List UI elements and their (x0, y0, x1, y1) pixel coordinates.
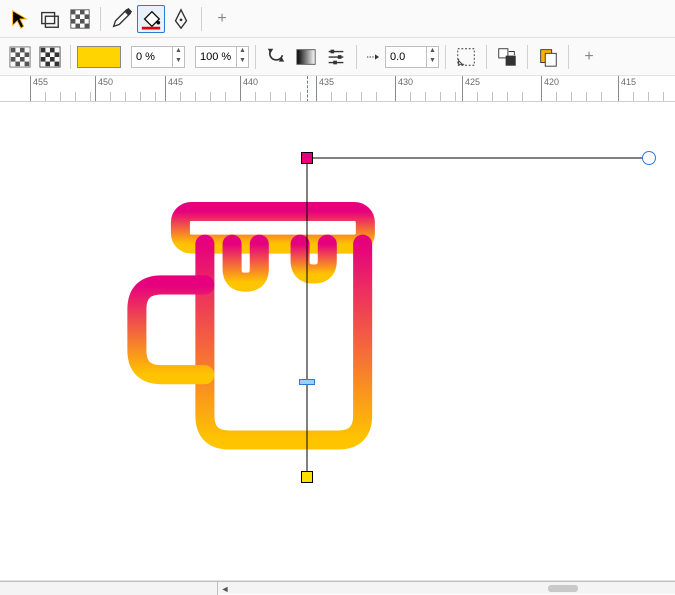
separator (486, 45, 487, 69)
up-arrow-icon[interactable]: ▲ (426, 47, 438, 57)
gradient-angle-handle[interactable] (642, 151, 656, 165)
reverse-icon (265, 46, 287, 68)
ruler-major-tick: 455 (30, 76, 31, 102)
gradient-settings-button[interactable] (322, 43, 350, 71)
gradient-horizontal-line (305, 156, 651, 160)
pattern-checker-b[interactable] (36, 43, 64, 71)
checker-icon (69, 8, 91, 30)
fill-tool[interactable] (137, 5, 165, 33)
ruler-label: 425 (465, 77, 480, 87)
separator (255, 45, 256, 69)
artwork-mug[interactable] (126, 187, 398, 459)
ruler-major-tick: 420 (541, 76, 542, 102)
ruler-label: 455 (33, 77, 48, 87)
linear-gradient-icon (295, 46, 317, 68)
add-tool-button[interactable]: + (208, 5, 236, 33)
ruler-major-tick: 430 (395, 76, 396, 102)
horizontal-scrollbar[interactable]: ◄ (218, 581, 675, 594)
eyedropper-tool[interactable] (107, 5, 135, 33)
separator (527, 45, 528, 69)
checker-icon (9, 46, 31, 68)
separator (201, 7, 202, 31)
status-cell (0, 581, 218, 595)
opacity-end-value[interactable]: 100 % (196, 51, 236, 63)
copy-fill-icon (537, 46, 559, 68)
ruler-major-tick: 435 (316, 76, 317, 102)
bounds-button[interactable] (452, 43, 480, 71)
selection-bounds-icon (455, 46, 477, 68)
swap-icon (496, 46, 518, 68)
scroll-left-button[interactable]: ◄ (218, 582, 232, 595)
opacity-end-spinner[interactable]: 100 % ▲▼ (195, 46, 249, 68)
canvas[interactable] (0, 102, 675, 580)
arrow-right-icon (365, 49, 381, 65)
pattern-checker-a[interactable] (6, 43, 34, 71)
up-arrow-icon[interactable]: ▲ (172, 47, 184, 57)
paint-bucket-icon (140, 8, 162, 30)
gradient-end-handle[interactable] (301, 471, 313, 483)
fill-color-swatch[interactable] (77, 46, 121, 68)
ruler-label: 420 (544, 77, 559, 87)
separator (568, 45, 569, 69)
separator (70, 45, 71, 69)
pen-nib-icon (170, 8, 192, 30)
copy-fill-button[interactable] (534, 43, 562, 71)
ruler-label: 435 (319, 77, 334, 87)
offset-arrow-indicator (363, 43, 383, 71)
ruler-major-tick: 440 (240, 76, 241, 102)
ruler-label: 415 (621, 77, 636, 87)
rectangle-icon (39, 8, 61, 30)
opacity-start-spinner[interactable]: 0 % ▲▼ (131, 46, 185, 68)
bottom-bar: ◄ (0, 580, 675, 594)
rectangle-tool[interactable] (36, 5, 64, 33)
checker-pattern-tool[interactable] (66, 5, 94, 33)
linear-gradient-button[interactable] (292, 43, 320, 71)
ruler-major-tick: 415 (618, 76, 619, 102)
ruler-major-tick: 445 (165, 76, 166, 102)
sliders-icon (325, 46, 347, 68)
ruler-major-tick: 425 (462, 76, 463, 102)
pointer-icon (9, 8, 31, 30)
gradient-midpoint-handle[interactable] (299, 379, 315, 385)
toolbar-primary: + (0, 0, 675, 38)
ruler-label: 430 (398, 77, 413, 87)
reverse-gradient-button[interactable] (262, 43, 290, 71)
down-arrow-icon[interactable]: ▼ (236, 57, 248, 67)
ruler-major-tick: 450 (95, 76, 96, 102)
ruler-label: 440 (243, 77, 258, 87)
down-arrow-icon[interactable]: ▼ (172, 57, 184, 67)
offset-spinner[interactable]: 0.0 ▲▼ (385, 46, 439, 68)
separator (100, 7, 101, 31)
offset-value[interactable]: 0.0 (386, 51, 426, 63)
opacity-start-value[interactable]: 0 % (132, 51, 172, 63)
ruler-label: 445 (168, 77, 183, 87)
pen-tool[interactable] (167, 5, 195, 33)
toolbar-fill-options: 0 % ▲▼ 100 % ▲▼ 0. (0, 38, 675, 76)
separator (356, 45, 357, 69)
eyedropper-icon (110, 8, 132, 30)
ruler-guide-marker[interactable] (307, 76, 308, 102)
horizontal-ruler[interactable]: 455 450 445 440 435 430 425 420 415 (0, 76, 675, 102)
gradient-start-handle[interactable] (301, 152, 313, 164)
add-option-button[interactable]: + (575, 43, 603, 71)
scrollbar-thumb[interactable] (548, 585, 578, 592)
down-arrow-icon[interactable]: ▼ (426, 57, 438, 67)
up-arrow-icon[interactable]: ▲ (236, 47, 248, 57)
pointer-tool[interactable] (6, 5, 34, 33)
checker-icon (39, 46, 61, 68)
separator (445, 45, 446, 69)
ruler-label: 450 (98, 77, 113, 87)
swap-colors-button[interactable] (493, 43, 521, 71)
